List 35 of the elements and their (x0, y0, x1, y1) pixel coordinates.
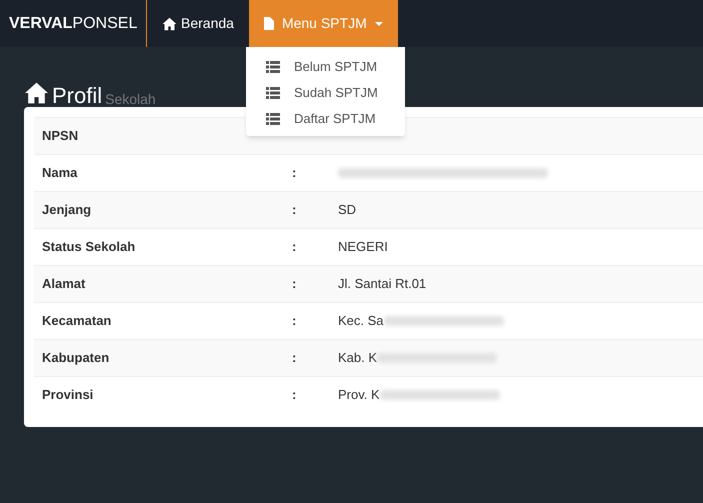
field-separator: : (292, 275, 298, 294)
field-value: Prov. K (338, 386, 380, 404)
brand-logo[interactable]: VERVALPONSEL (0, 0, 147, 47)
field-value: SD (338, 201, 356, 220)
field-label: Nama (41, 164, 78, 182)
page-subtitle: Sekolah (105, 92, 156, 106)
field-label: Jenjang (41, 201, 92, 220)
field-value: NEGERI (338, 238, 388, 256)
nav-item[interactable]: Beranda (147, 0, 249, 47)
home-icon (162, 16, 177, 30)
field-value: Kec. Sa (338, 312, 384, 330)
field-separator: : (292, 312, 298, 330)
menu-item[interactable]: Belum SPTJM (246, 54, 405, 80)
field-separator: : (292, 386, 298, 404)
menu-item[interactable]: Sudah SPTJM (246, 80, 405, 106)
list-icon (266, 61, 280, 73)
field-value: Kab. K (338, 349, 378, 368)
field-label: Kecamatan (41, 312, 112, 330)
field-label: Provinsi (41, 386, 94, 404)
caret-icon (374, 22, 383, 26)
list-icon (266, 113, 280, 125)
home-icon (24, 81, 49, 105)
list-icon (266, 87, 280, 99)
field-value: Jl. Santai Rt.01 (338, 275, 426, 294)
field-separator: : (292, 238, 298, 256)
field-separator: : (292, 349, 298, 368)
menu-item[interactable]: Daftar SPTJM (246, 106, 405, 132)
page-title: Profil (52, 85, 102, 107)
document-icon (264, 17, 274, 30)
field-label: NPSN (41, 127, 80, 146)
field-label: Kabupaten (41, 349, 110, 368)
field-separator: : (292, 201, 298, 220)
field-label: Status Sekolah (41, 238, 136, 256)
field-separator: : (292, 164, 298, 182)
field-label: Alamat (41, 275, 86, 294)
